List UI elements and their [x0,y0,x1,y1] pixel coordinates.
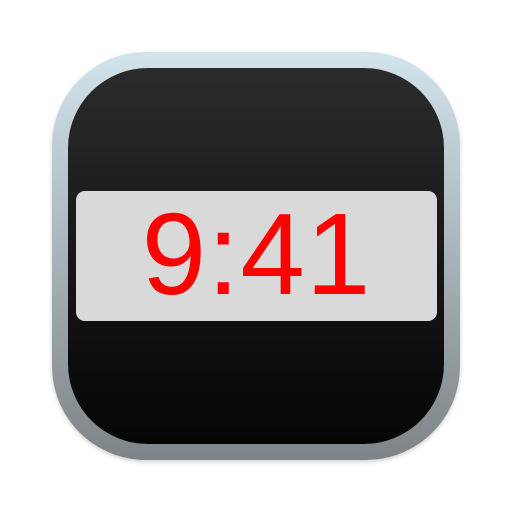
icon-canvas: 9:41 [0,0,512,512]
time-readout: 9:41 [141,189,372,319]
